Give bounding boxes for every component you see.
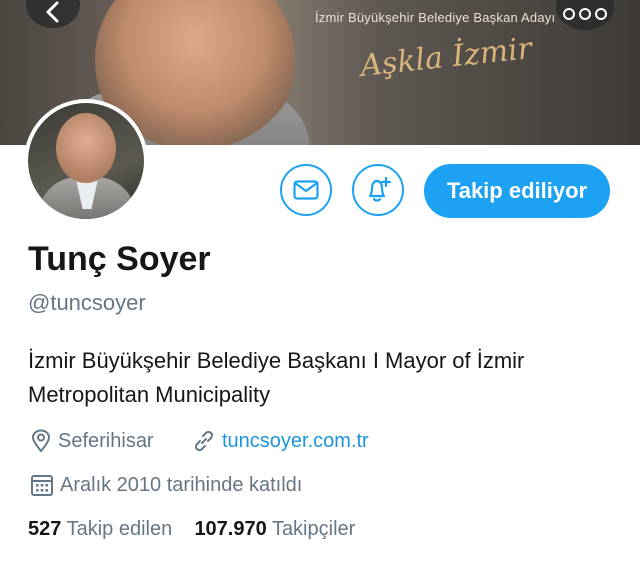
following-stat[interactable]: 527 Takip edilen	[28, 518, 172, 540]
following-count: 527	[28, 518, 62, 540]
follow-stats: 527 Takip edilen 107.970 Takipçiler	[28, 518, 355, 541]
banner-signature: Aşkla İzmir	[358, 31, 534, 84]
website-row[interactable]: tuncsoyer.com.tr	[192, 429, 369, 453]
location-row: Seferihisar	[30, 429, 154, 453]
profile-bio: İzmir Büyükşehir Belediye Başkanı I Mayo…	[28, 348, 525, 407]
avatar-image	[28, 103, 144, 219]
notification-add-icon	[368, 176, 392, 202]
back-arrow-icon	[46, 1, 59, 23]
avatar[interactable]	[24, 99, 148, 223]
more-button[interactable]	[556, 0, 614, 30]
location-pin-icon	[31, 429, 51, 453]
following-button[interactable]: Takip ediliyor	[424, 164, 610, 218]
link-icon	[194, 430, 214, 452]
profile-handle: @tuncsoyer	[28, 290, 146, 315]
following-label: Takip edilen	[66, 518, 173, 540]
notifications-button[interactable]	[352, 164, 404, 216]
back-button[interactable]	[26, 0, 80, 28]
followers-count: 107.970	[194, 518, 267, 540]
more-icon	[563, 8, 575, 20]
followers-stat[interactable]: 107.970 Takipçiler	[194, 518, 355, 540]
followers-label: Takipçiler	[271, 518, 356, 540]
mail-icon	[293, 180, 319, 200]
joined-text: Aralık 2010 tarihinde katıldı	[60, 473, 303, 496]
joined-row: Aralık 2010 tarihinde katıldı	[30, 473, 302, 497]
calendar-icon	[31, 475, 53, 496]
location-text: Seferihisar	[58, 429, 154, 452]
message-button[interactable]	[280, 164, 332, 216]
website-link[interactable]: tuncsoyer.com.tr	[222, 430, 369, 453]
banner-subtitle: İzmir Büyükşehir Belediye Başkan Adayı	[315, 10, 556, 25]
profile-name: Tunç Soyer	[28, 240, 211, 278]
